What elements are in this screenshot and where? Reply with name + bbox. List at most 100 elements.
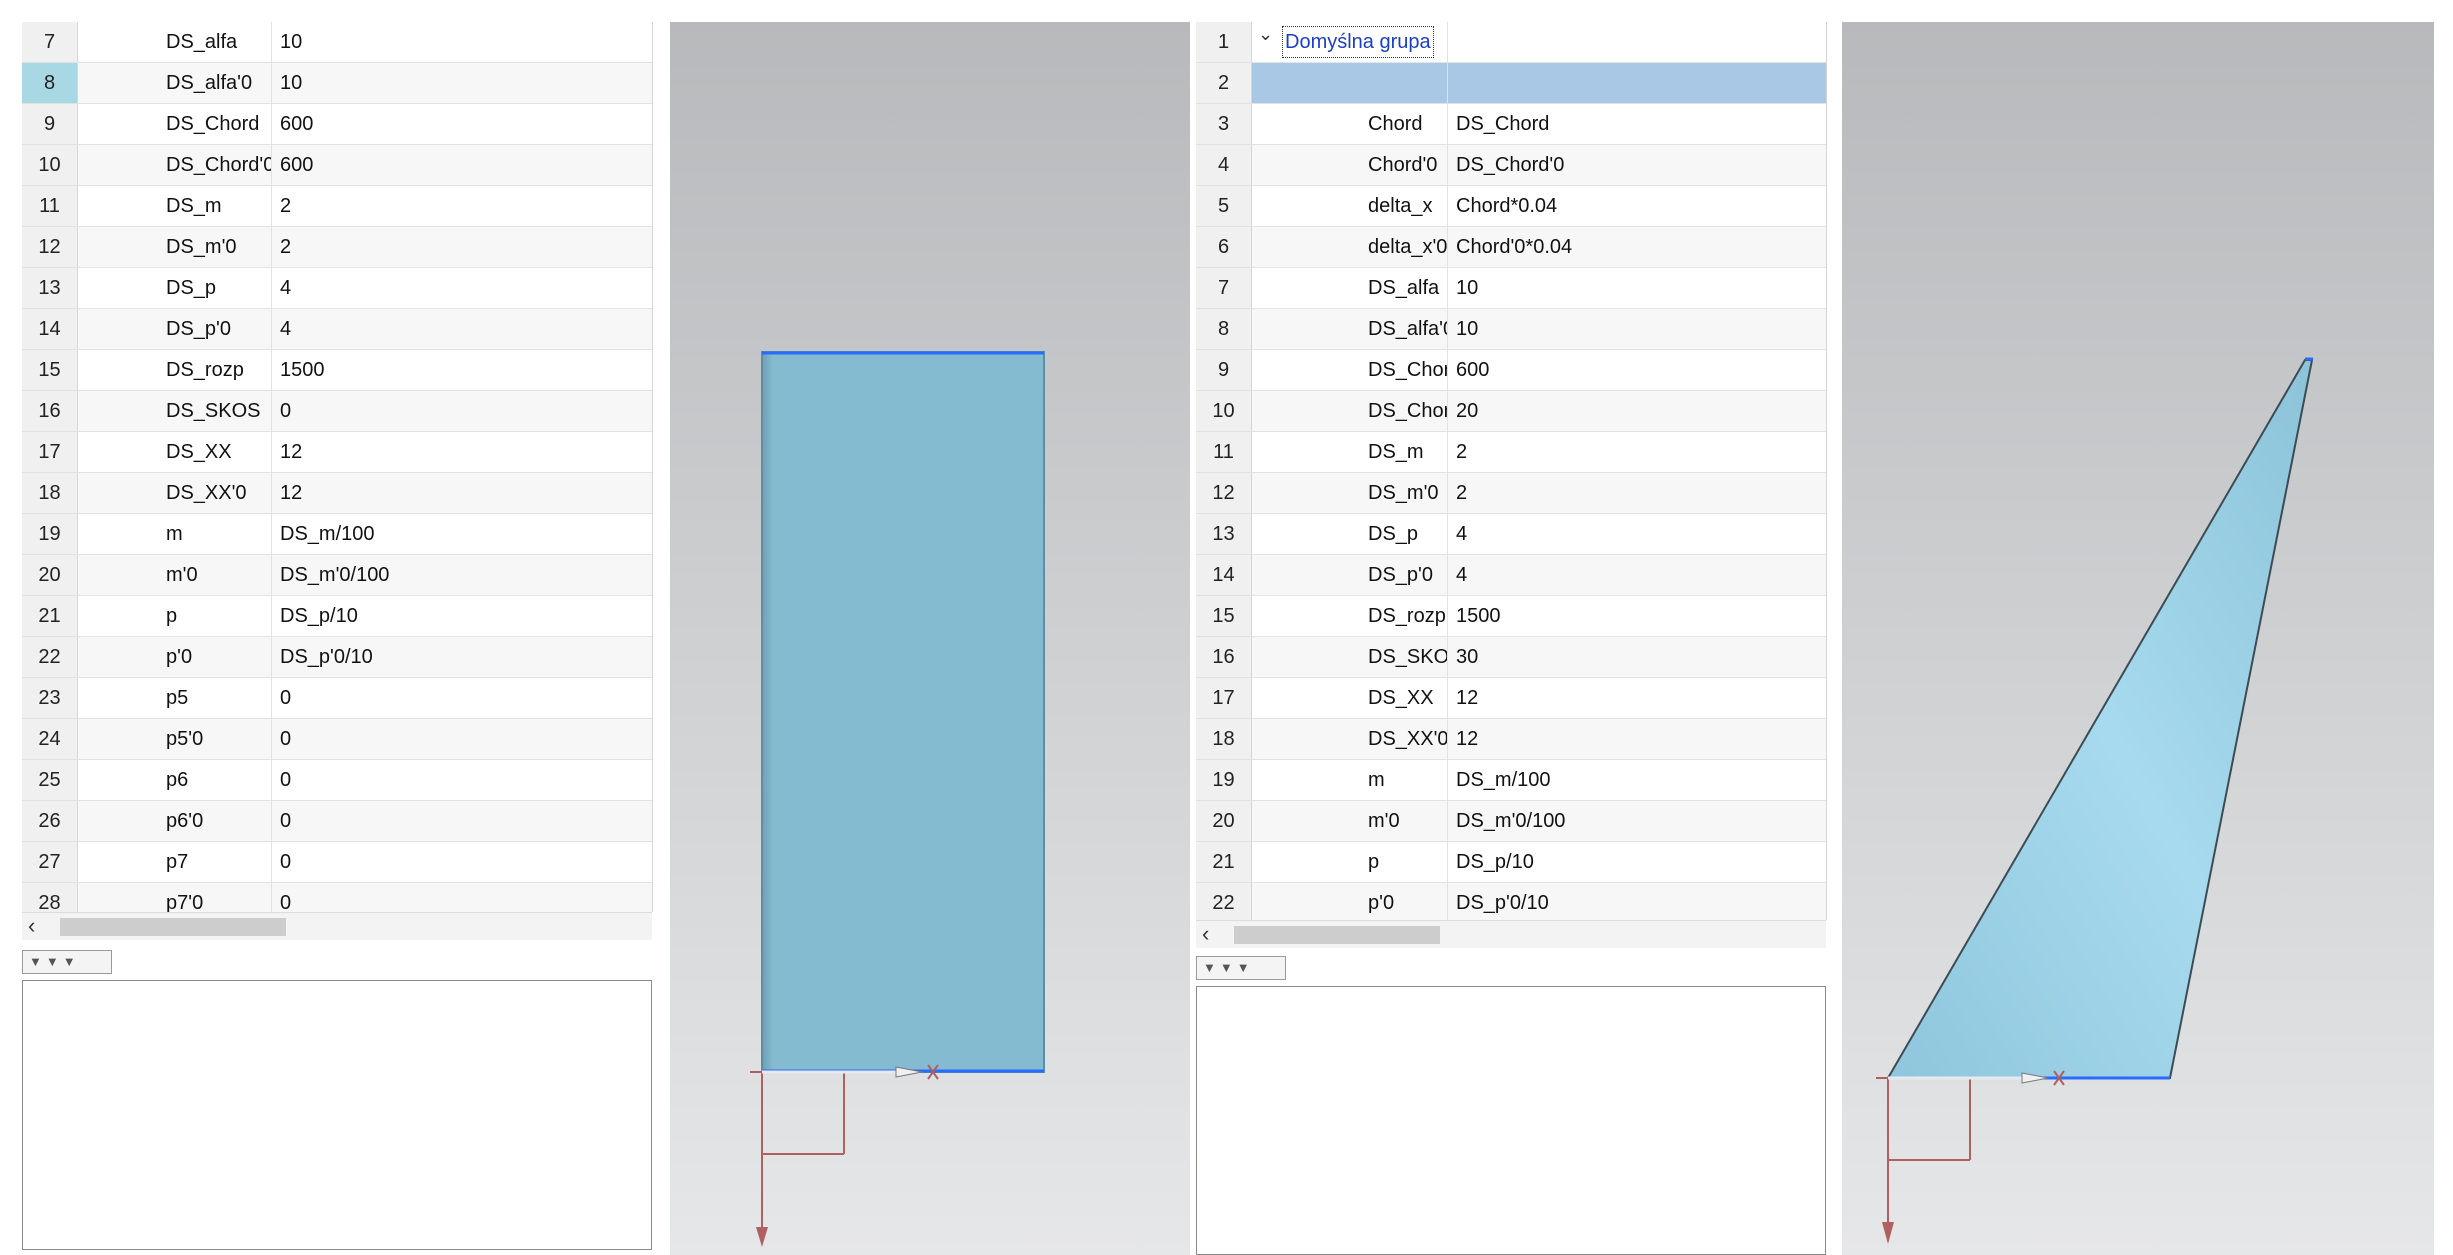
table-row[interactable]: 17 DS_XX 12: [1196, 678, 1826, 719]
row-number[interactable]: 9: [22, 104, 78, 144]
row-number[interactable]: 6: [1196, 227, 1252, 267]
row-number[interactable]: 17: [1196, 678, 1252, 718]
table-row[interactable]: 12 DS_m'0 2: [1196, 473, 1826, 514]
row-number[interactable]: 25: [22, 760, 78, 800]
table-row[interactable]: 6 delta_x'0 Chord'0*0.04: [1196, 227, 1826, 268]
row-number[interactable]: 15: [22, 350, 78, 390]
parameter-value-cell[interactable]: 0: [272, 842, 652, 882]
left-horizontal-scrollbar[interactable]: ‹: [22, 912, 652, 940]
right-formula-textbox[interactable]: [1196, 986, 1826, 1255]
parameter-name-cell[interactable]: p7'0: [78, 883, 272, 912]
parameter-name-cell[interactable]: m: [78, 514, 272, 554]
table-row[interactable]: 2: [1196, 63, 1826, 104]
row-number[interactable]: 22: [22, 637, 78, 677]
parameter-value-cell[interactable]: 600: [272, 104, 652, 144]
table-row[interactable]: 22 p'0 DS_p'0/10: [1196, 883, 1826, 920]
parameter-value-cell[interactable]: 12: [1448, 678, 1826, 718]
parameter-name-cell[interactable]: DS_m'0: [1252, 473, 1448, 513]
parameter-value-cell[interactable]: 600: [1448, 350, 1826, 390]
parameter-value-cell[interactable]: 4: [1448, 555, 1826, 595]
parameter-name-cell[interactable]: DS_XX'0: [78, 473, 272, 513]
table-row[interactable]: 24 p5'0 0: [22, 719, 652, 760]
row-number[interactable]: 20: [22, 555, 78, 595]
table-row[interactable]: 17 DS_XX 12: [22, 432, 652, 473]
parameter-name-cell[interactable]: DS_m'0: [78, 227, 272, 267]
parameter-value-cell[interactable]: 0: [272, 883, 652, 912]
parameter-value-cell[interactable]: [1448, 22, 1826, 62]
row-number[interactable]: 19: [1196, 760, 1252, 800]
row-number[interactable]: 10: [22, 145, 78, 185]
table-row[interactable]: 25 p6 0: [22, 760, 652, 801]
table-row[interactable]: 16DS_SKOS30: [1196, 637, 1826, 678]
parameter-name-cell[interactable]: m'0: [78, 555, 272, 595]
table-row[interactable]: 7 DS_alfa 10: [1196, 268, 1826, 309]
row-number[interactable]: 18: [22, 473, 78, 513]
right-horizontal-scrollbar[interactable]: ‹: [1196, 920, 1826, 948]
table-row[interactable]: 28 p7'0 0: [22, 883, 652, 912]
row-number[interactable]: 13: [22, 268, 78, 308]
table-row[interactable]: 12 DS_m'0 2: [22, 227, 652, 268]
parameter-value-cell[interactable]: 20: [1448, 391, 1826, 431]
row-number[interactable]: 10: [1196, 391, 1252, 431]
table-row[interactable]: 8 DS_alfa'0 10: [1196, 309, 1826, 350]
parameter-value-cell[interactable]: DS_Chord'0: [1448, 145, 1826, 185]
parameter-name-cell[interactable]: DS_rozp: [78, 350, 272, 390]
parameter-value-cell[interactable]: DS_p'0/10: [272, 637, 652, 677]
row-number[interactable]: 1: [1196, 22, 1252, 62]
parameter-value-cell[interactable]: DS_p'0/10: [1448, 883, 1826, 920]
row-number[interactable]: 4: [1196, 145, 1252, 185]
parameter-value-cell[interactable]: 30: [1448, 637, 1826, 677]
row-number[interactable]: 2: [1196, 63, 1252, 103]
parameter-name-cell[interactable]: DS_p'0: [78, 309, 272, 349]
parameter-name-cell[interactable]: DS_XX'0: [1252, 719, 1448, 759]
table-row[interactable]: 21 p DS_p/10: [1196, 842, 1826, 883]
parameter-value-cell[interactable]: 4: [1448, 514, 1826, 554]
parameter-name-cell[interactable]: p6'0: [78, 801, 272, 841]
table-row[interactable]: 4 Chord'0 DS_Chord'0: [1196, 145, 1826, 186]
row-number[interactable]: 15: [1196, 596, 1252, 636]
scroll-thumb[interactable]: [1234, 926, 1440, 944]
row-number[interactable]: 21: [22, 596, 78, 636]
parameter-value-cell[interactable]: 10: [1448, 309, 1826, 349]
parameter-value-cell[interactable]: 12: [272, 432, 652, 472]
parameter-name-cell[interactable]: p6: [78, 760, 272, 800]
parameter-name-cell[interactable]: p'0: [78, 637, 272, 677]
row-number[interactable]: 27: [22, 842, 78, 882]
table-row[interactable]: 11 DS_m 2: [22, 186, 652, 227]
table-row[interactable]: 13 DS_p 4: [22, 268, 652, 309]
row-number[interactable]: 13: [1196, 514, 1252, 554]
collapse-toggle-button[interactable]: ▼▼▼: [1196, 956, 1286, 980]
row-number[interactable]: 28: [22, 883, 78, 912]
table-row[interactable]: 10 DS_Chord'0 600: [22, 145, 652, 186]
table-row[interactable]: 7 DS_alfa 10: [22, 22, 652, 63]
right-parameter-table[interactable]: 1 ⌄ Domyślna grupa 2 3 Chord DS_Chord 4 Chord'0 D…: [1196, 22, 1827, 920]
row-number[interactable]: 16: [22, 391, 78, 431]
parameter-value-cell[interactable]: 0: [272, 760, 652, 800]
table-row[interactable]: 18 DS_XX'0 12: [22, 473, 652, 514]
row-number[interactable]: 8: [22, 63, 78, 103]
row-number[interactable]: 26: [22, 801, 78, 841]
parameter-name-cell[interactable]: DS_alfa: [1252, 268, 1448, 308]
parameter-name-cell[interactable]: DS_Chord: [1252, 350, 1448, 390]
parameter-value-cell[interactable]: 2: [272, 186, 652, 226]
parameter-value-cell[interactable]: 12: [1448, 719, 1826, 759]
row-number[interactable]: 23: [22, 678, 78, 718]
row-number[interactable]: 14: [1196, 555, 1252, 595]
parameter-name-cell[interactable]: p'0: [1252, 883, 1448, 920]
chevron-down-icon[interactable]: ⌄: [1258, 24, 1273, 45]
scroll-thumb[interactable]: [60, 918, 286, 936]
group-name-label[interactable]: Domyślna grupa: [1282, 26, 1434, 58]
table-row[interactable]: 9DS_Chord600: [1196, 350, 1826, 391]
row-number[interactable]: 7: [1196, 268, 1252, 308]
parameter-value-cell[interactable]: DS_p/10: [1448, 842, 1826, 882]
parameter-name-cell[interactable]: DS_m: [1252, 432, 1448, 472]
parameter-name-cell[interactable]: p7: [78, 842, 272, 882]
parameter-name-cell[interactable]: p: [78, 596, 272, 636]
left-parameter-table[interactable]: 7 DS_alfa 10 8 DS_alfa'0 10 9 DS_Chord 600 10 DS_C…: [22, 22, 653, 912]
table-row[interactable]: 9DS_Chord600: [22, 104, 652, 145]
parameter-value-cell[interactable]: 4: [272, 309, 652, 349]
parameter-name-cell[interactable]: m: [1252, 760, 1448, 800]
row-number[interactable]: 16: [1196, 637, 1252, 677]
row-number[interactable]: 22: [1196, 883, 1252, 920]
parameter-value-cell[interactable]: DS_m'0/100: [272, 555, 652, 595]
